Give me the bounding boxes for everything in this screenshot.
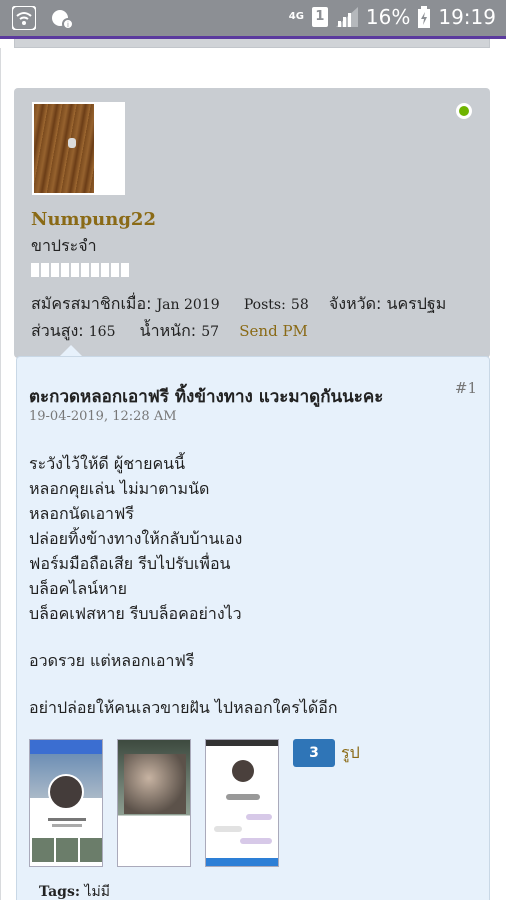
attachment-thumbnail-1[interactable] (29, 739, 103, 867)
post-line: ปล่อยทิ้งข้างทางให้กลับบ้านเอง (29, 529, 243, 548)
username[interactable]: Numpung22 (31, 209, 156, 230)
battery-charging-icon (418, 6, 431, 28)
reputation-segment (41, 263, 49, 277)
post-pointer (60, 345, 82, 356)
height-value: 165 (88, 324, 116, 340)
status-bar: i 4G 1 16% 19:19 (0, 0, 506, 36)
post: ตะกวดหลอกเอาฟรี ทิ้งข้างทาง แวะมาดูกันนะ… (16, 356, 490, 900)
sim-indicator: 1 (311, 7, 328, 27)
user-meta-row-2: ส่วนสูง: 165 น้ำหนัก: 57 Send PM (31, 319, 308, 344)
battery-percent: 16% (365, 5, 411, 29)
reputation-segment (31, 263, 39, 277)
weight-label: น้ำหนัก: (139, 321, 197, 340)
reputation-segment (51, 263, 59, 277)
reputation-segment (111, 263, 119, 277)
network-type: 4G (288, 11, 304, 22)
avatar-detail (68, 138, 76, 148)
joined-label: สมัครสมาชิกเมื่อ: (31, 294, 152, 313)
avatar[interactable] (32, 102, 125, 195)
posts-label: Posts: (243, 297, 286, 313)
reputation-segment (91, 263, 99, 277)
post-title: ตะกวดหลอกเอาฟรี ทิ้งข้างทาง แวะมาดูกันนะ… (29, 387, 384, 407)
user-info-card: Numpung22 ขาประจำ สมัครสมาชิกเมื่อ: Jan … (14, 88, 490, 358)
post-date: 19-04-2019, 12:28 AM (29, 409, 177, 424)
post-line: หลอกคุยเล่น ไม่มาตามนัด (29, 479, 210, 498)
signal-icon (335, 7, 358, 27)
notification-icon: i (52, 10, 74, 30)
post-line: หลอกนัดเอาฟรี (29, 504, 134, 523)
post-line: อย่าปล่อยให้คนเลวขายฝัน ไปหลอกใครได้อีก (29, 698, 338, 717)
page-left-border (0, 48, 1, 900)
wifi-icon (12, 6, 36, 30)
reputation-segment (121, 263, 129, 277)
avatar-photo (34, 104, 94, 193)
reputation-bar (31, 263, 129, 277)
post-paragraph: ระวังไว้ให้ดี ผู้ชายคนนี้ หลอกคุยเล่น ไม… (29, 451, 479, 626)
reputation-segment (81, 263, 89, 277)
post-paragraph: อวดรวย แต่หลอกเอาฟรี (29, 648, 479, 673)
post-body: ระวังไว้ให้ดี ผู้ชายคนนี้ หลอกคุยเล่น ไม… (29, 451, 479, 742)
province-value: นครปฐม (386, 294, 447, 313)
reputation-segment (61, 263, 69, 277)
user-meta-row-1: สมัครสมาชิกเมื่อ: Jan 2019 Posts: 58 จัง… (31, 292, 446, 317)
tags-label: Tags: (39, 884, 80, 900)
user-title: ขาประจำ (31, 236, 97, 255)
post-number-link[interactable]: #1 (455, 379, 477, 397)
clock: 19:19 (438, 5, 496, 29)
previous-block (14, 39, 490, 48)
attachment-count-badge[interactable]: 3 (293, 739, 335, 767)
attachment-thumbnail-3[interactable] (205, 739, 279, 867)
post-line: ระวังไว้ให้ดี ผู้ชายคนนี้ (29, 454, 186, 473)
attachment-count[interactable]: 3 รูป (293, 739, 360, 767)
post-paragraph: อย่าปล่อยให้คนเลวขายฝัน ไปหลอกใครได้อีก (29, 695, 479, 720)
status-bar-left: i (12, 6, 74, 30)
status-bar-right: 4G 1 16% 19:19 (289, 5, 496, 29)
attachment-thumbnails: 3 รูป (29, 739, 360, 867)
online-status-icon (456, 103, 472, 119)
weight-value: 57 (201, 324, 220, 340)
height-label: ส่วนสูง: (31, 321, 84, 340)
posts-value: 58 (290, 297, 309, 313)
province-label: จังหวัด: (328, 294, 382, 313)
post-line: อวดรวย แต่หลอกเอาฟรี (29, 651, 195, 670)
send-pm-link[interactable]: Send PM (239, 322, 308, 340)
post-line: บล็อคไลน์หาย (29, 579, 127, 598)
tags-value: ไม่มี (84, 884, 110, 900)
attachment-thumbnail-2[interactable] (117, 739, 191, 867)
post-line: บล็อคเฟสหาย รีบบล็อคอย่างไว (29, 604, 242, 623)
post-line: ฟอร์มมือถือเสีย รีบไปรับเพื่อน (29, 554, 231, 573)
reputation-segment (71, 263, 79, 277)
svg-text:i: i (67, 21, 69, 29)
post-tags: Tags: ไม่มี (39, 881, 110, 900)
joined-value: Jan 2019 (156, 297, 220, 313)
reputation-segment (101, 263, 109, 277)
attachment-count-label[interactable]: รูป (341, 741, 360, 766)
